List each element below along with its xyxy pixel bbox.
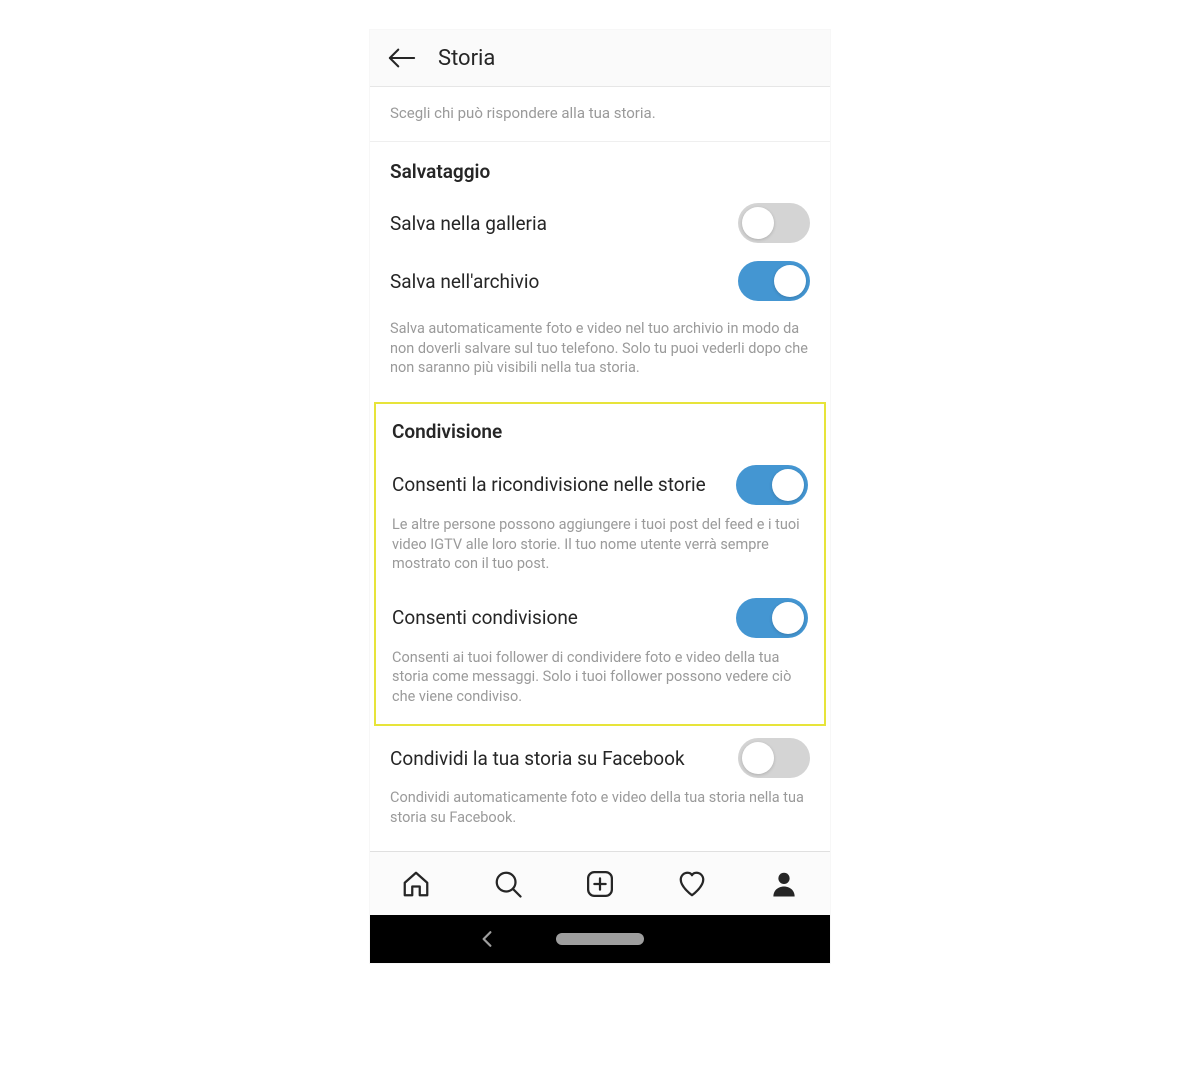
allow-sharing-row: Consenti condivisione: [392, 598, 808, 638]
profile-icon[interactable]: [766, 866, 802, 902]
saving-help-text: Salva automaticamente foto e video nel t…: [390, 319, 810, 378]
save-gallery-label: Salva nella galleria: [390, 212, 738, 235]
bottom-tabbar: [370, 851, 830, 915]
allow-sharing-help: Consenti ai tuoi follower di condividere…: [392, 648, 808, 707]
save-archive-row: Salva nell'archivio: [390, 261, 810, 301]
saving-section: Salvataggio Salva nella galleria Salva n…: [370, 142, 830, 378]
search-icon[interactable]: [490, 866, 526, 902]
android-back-icon[interactable]: [480, 930, 494, 948]
allow-sharing-label: Consenti condivisione: [392, 606, 736, 629]
reshare-stories-help: Le altre persone possono aggiungere i tu…: [392, 515, 808, 574]
share-facebook-toggle[interactable]: [738, 738, 810, 778]
save-archive-toggle[interactable]: [738, 261, 810, 301]
saving-title: Salvataggio: [390, 160, 810, 183]
header-bar: Storia: [370, 30, 830, 87]
save-gallery-toggle[interactable]: [738, 203, 810, 243]
back-arrow-icon[interactable]: [388, 44, 416, 72]
save-archive-label: Salva nell'archivio: [390, 270, 738, 293]
android-home-pill[interactable]: [556, 933, 644, 945]
save-gallery-row: Salva nella galleria: [390, 203, 810, 243]
sharing-highlight-box: Condivisione Consenti la ricondivisione …: [374, 402, 826, 726]
new-post-icon[interactable]: [582, 866, 618, 902]
reshare-stories-label: Consenti la ricondivisione nelle storie: [392, 473, 736, 496]
reshare-stories-row: Consenti la ricondivisione nelle storie: [392, 465, 808, 505]
reply-permission-note: Scegli chi può rispondere alla tua stori…: [370, 87, 830, 141]
share-facebook-row: Condividi la tua storia su Facebook: [390, 738, 810, 778]
share-facebook-label: Condividi la tua storia su Facebook: [390, 747, 738, 770]
home-icon[interactable]: [398, 866, 434, 902]
story-settings-screen: Storia Scegli chi può rispondere alla tu…: [370, 30, 830, 963]
android-navbar: [370, 915, 830, 963]
sharing-title: Condivisione: [392, 420, 808, 443]
page-title: Storia: [438, 46, 495, 71]
share-facebook-help: Condividi automaticamente foto e video d…: [390, 788, 810, 827]
reshare-stories-toggle[interactable]: [736, 465, 808, 505]
activity-heart-icon[interactable]: [674, 866, 710, 902]
allow-sharing-toggle[interactable]: [736, 598, 808, 638]
facebook-section: Condividi la tua storia su Facebook Cond…: [370, 726, 830, 827]
